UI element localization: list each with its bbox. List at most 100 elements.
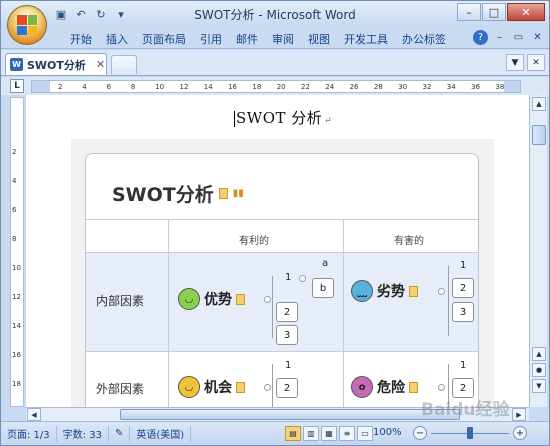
office-button[interactable] — [7, 5, 47, 45]
document-tab[interactable]: W SWOT分析 ✕ — [5, 53, 107, 75]
scroll-left-icon[interactable]: ◀ — [27, 408, 41, 421]
page-count[interactable]: 页面: 1/3 — [1, 425, 57, 442]
collapse-dot-icon[interactable] — [438, 384, 445, 391]
mindmap-image[interactable]: SWOT分析 ▮▮ 有利的 有害的 内部因素 外部因素 ◡ 优势 1 a b 2… — [71, 139, 494, 407]
zoom-level[interactable]: 100% — [373, 427, 402, 438]
word-count[interactable]: 字数: 33 — [57, 425, 109, 442]
ruler-tick-label: 2 — [58, 83, 63, 91]
print-layout-view-icon[interactable]: ▤ — [285, 426, 301, 441]
collapse-dot-icon[interactable] — [264, 384, 271, 391]
chart-icon: ▮▮ — [232, 188, 244, 199]
crying-emoji-icon: ﹏ — [351, 280, 373, 302]
tab-close-all-icon[interactable]: ✕ — [527, 54, 545, 71]
sub-topic[interactable]: 3 — [452, 302, 474, 322]
language-indicator[interactable]: 英语(美国) — [130, 425, 192, 442]
tab-page-layout[interactable]: 页面布局 — [135, 30, 193, 48]
draft-view-icon[interactable]: ▭ — [357, 426, 373, 441]
scroll-up-icon[interactable]: ▲ — [532, 347, 546, 361]
ruler-tick-label: 18 — [252, 83, 262, 91]
ruler-right-margin — [504, 81, 520, 92]
grid-line — [343, 219, 344, 407]
tab-references[interactable]: 引用 — [193, 30, 229, 48]
document-heading[interactable]: SWOT 分析 ↵ — [234, 107, 332, 128]
tab-mailings[interactable]: 邮件 — [229, 30, 265, 48]
word-doc-icon: W — [10, 58, 23, 71]
sub-topic[interactable]: 1 — [460, 360, 466, 371]
sub-topic[interactable]: b — [312, 278, 334, 298]
sub-topic[interactable]: 1 — [285, 272, 291, 283]
tab-home[interactable]: 开始 — [63, 30, 99, 48]
collapse-dot-icon[interactable] — [264, 296, 271, 303]
new-tab-button[interactable] — [111, 55, 137, 74]
full-screen-reading-icon[interactable]: ▥ — [303, 426, 319, 441]
maximize-button[interactable]: □ — [482, 3, 506, 21]
mindmap-card: SWOT分析 ▮▮ 有利的 有害的 内部因素 外部因素 ◡ 优势 1 a b 2… — [85, 153, 479, 407]
sub-topic[interactable]: 1 — [460, 260, 466, 271]
tab-selector-icon[interactable]: L — [10, 79, 24, 93]
ruler-tick-label: 4 — [82, 83, 87, 91]
scroll-down-icon[interactable]: ▼ — [532, 379, 546, 393]
sub-topic[interactable]: 2 — [276, 378, 298, 398]
topic-strength[interactable]: ◡ 优势 — [178, 288, 245, 310]
vertical-ruler[interactable]: 2 4 6 8 10 12 14 16 18 — [10, 97, 24, 407]
scroll-up-icon[interactable]: ▲ — [532, 97, 546, 111]
sub-topic[interactable]: 1 — [285, 360, 291, 371]
row-label-external: 外部因素 — [96, 382, 145, 396]
ribbon-minimize-icon[interactable]: – — [492, 30, 507, 45]
mindmap-title: SWOT分析 ▮▮ — [112, 180, 244, 207]
close-button[interactable]: ✕ — [507, 3, 545, 21]
minimize-button[interactable]: – — [457, 3, 481, 21]
ruler-tick-label: 10 — [155, 83, 165, 91]
tab-developer[interactable]: 开发工具 — [337, 30, 395, 48]
topic-strength-label: 优势 — [204, 292, 232, 308]
ruler-left-margin — [32, 81, 50, 92]
office-logo-icon — [17, 15, 37, 35]
collapse-dot-icon[interactable] — [299, 275, 306, 282]
topic-weakness[interactable]: ﹏ 劣势 — [351, 280, 418, 302]
ribbon-close-icon[interactable]: ✕ — [530, 30, 545, 45]
ruler-bar: L 2 4 6 8 10 12 14 16 18 20 22 24 26 28 30 32 34 36 38 — [1, 77, 549, 95]
outline-view-icon[interactable]: ≡ — [339, 426, 355, 441]
tab-view[interactable]: 视图 — [301, 30, 337, 48]
help-icon[interactable]: ? — [473, 30, 488, 45]
topic-opportunity-label: 机会 — [204, 380, 232, 396]
sub-topic[interactable]: a — [322, 258, 328, 269]
sub-topic[interactable]: 3 — [276, 325, 298, 345]
tab-review[interactable]: 审阅 — [265, 30, 301, 48]
web-layout-icon[interactable]: ▦ — [321, 426, 337, 441]
watermark: Baidu经验 — [421, 400, 510, 420]
tab-insert[interactable]: 插入 — [99, 30, 135, 48]
ruler-tick-label: 12 — [179, 83, 189, 91]
horizontal-scroll-thumb[interactable] — [120, 409, 460, 420]
scroll-right-icon[interactable]: ▶ — [512, 408, 526, 421]
horizontal-ruler[interactable]: 2 4 6 8 10 12 14 16 18 20 22 24 26 28 30 32 34 36 38 — [31, 80, 521, 93]
tab-list-dropdown-icon[interactable]: ▼ — [506, 54, 524, 71]
col-header-favorable: 有利的 — [239, 236, 269, 247]
ribbon-restore-icon[interactable]: ▭ — [511, 30, 526, 45]
note-icon — [236, 293, 245, 305]
ruler-tick-label: 12 — [12, 293, 21, 301]
title-bar: ▣ ↶ ↻ ▾ SWOT分析 - Microsoft Word – □ ✕ — [1, 1, 549, 27]
smile-emoji-icon: ◡ — [178, 288, 200, 310]
collapse-dot-icon[interactable] — [438, 288, 445, 295]
vertical-scroll-thumb[interactable] — [532, 125, 546, 145]
browse-object-icon[interactable]: ● — [532, 363, 546, 377]
sub-topic[interactable]: 2 — [276, 302, 298, 322]
vertical-scrollbar[interactable]: ▲ ▲ ● ▼ — [529, 95, 547, 407]
document-tabs: W SWOT分析 ✕ ▼ ✕ — [1, 50, 549, 76]
zoom-in-icon[interactable]: + — [513, 426, 527, 440]
close-tab-icon[interactable]: ✕ — [96, 58, 105, 71]
topic-threat-label: 危险 — [377, 380, 405, 396]
sub-topic[interactable]: 2 — [452, 278, 474, 298]
heading-text: SWOT 分析 — [236, 109, 323, 127]
proofing-icon[interactable]: ✎ — [109, 425, 131, 442]
topic-threat[interactable]: o 危险 — [351, 376, 418, 398]
note-icon — [218, 188, 228, 199]
topic-opportunity[interactable]: ◡ 机会 — [178, 376, 245, 398]
tab-office-tab[interactable]: 办公标签 — [395, 30, 453, 48]
zoom-out-icon[interactable]: − — [413, 426, 427, 440]
ruler-tick-label: 26 — [349, 83, 359, 91]
document-page[interactable]: SWOT 分析 ↵ SWOT分析 ▮▮ 有利的 有害的 内部因素 外部因素 ◡ … — [26, 95, 529, 407]
zoom-slider-thumb[interactable] — [467, 427, 473, 439]
ruler-tick-label: 36 — [471, 83, 481, 91]
